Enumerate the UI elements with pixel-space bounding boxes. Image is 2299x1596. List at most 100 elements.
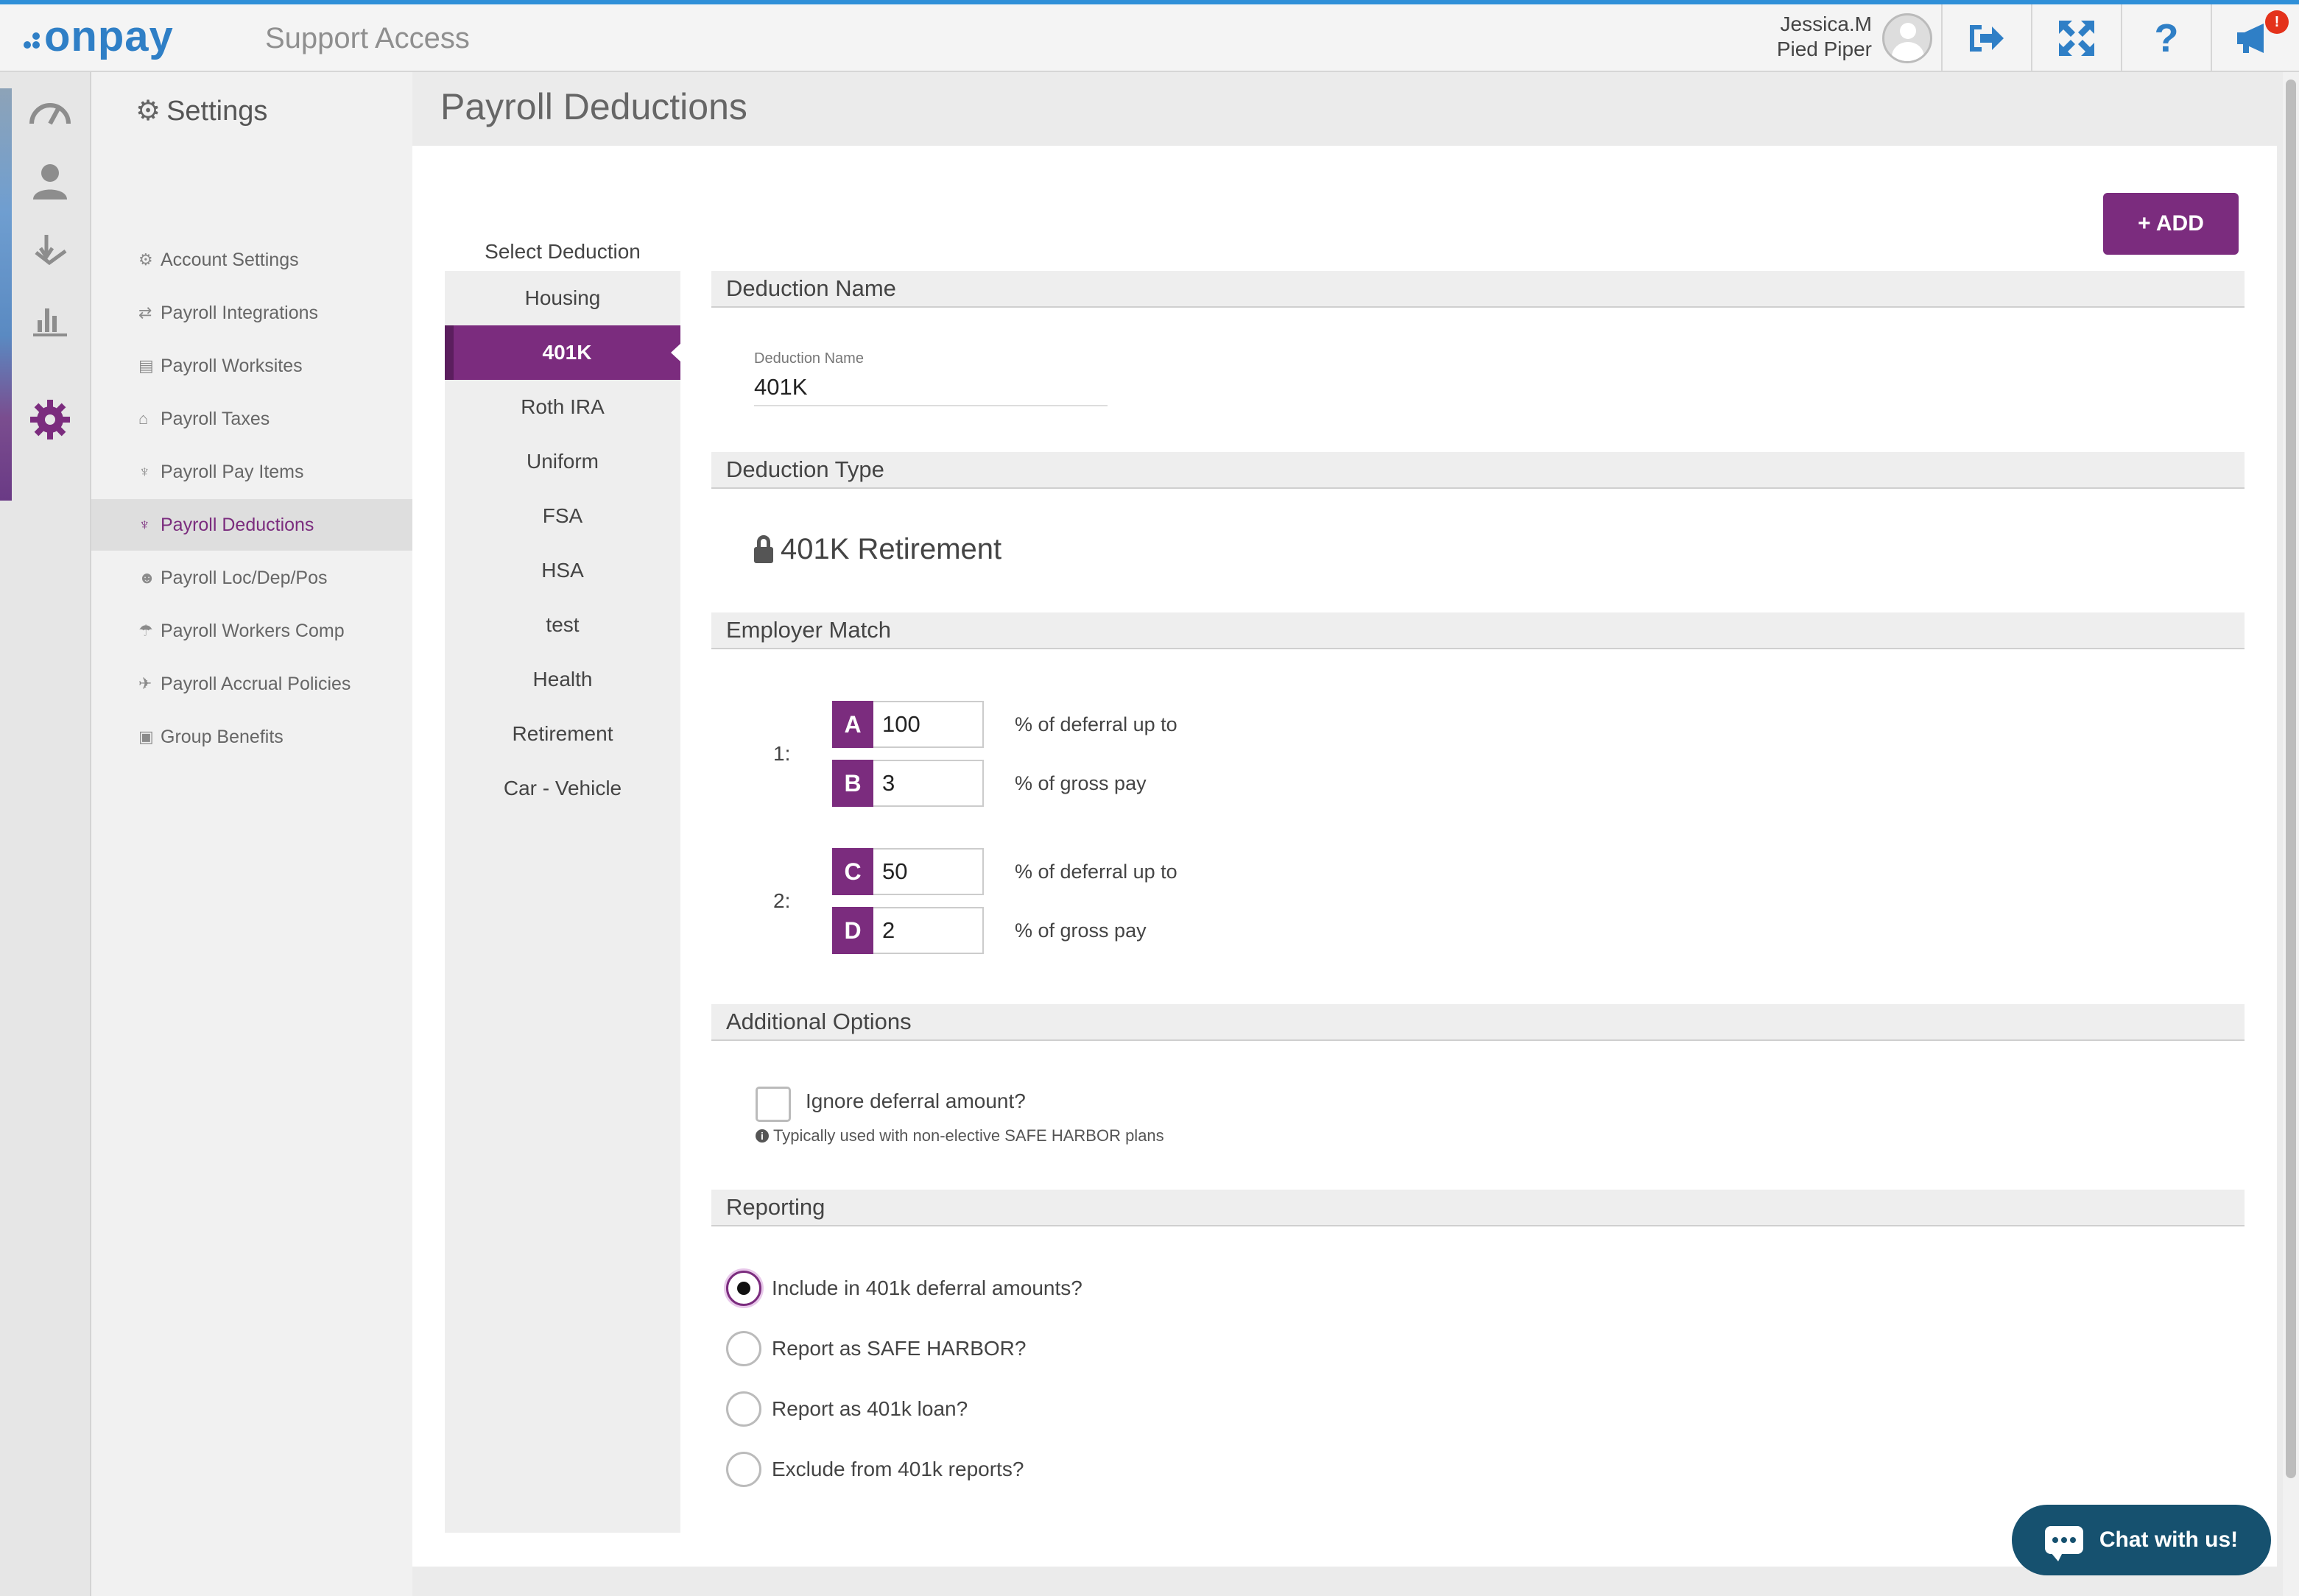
section-employer-match: Employer Match: [711, 612, 2245, 649]
settings-item-label: Payroll Integrations: [161, 302, 319, 323]
gears-icon: ⚙: [138, 250, 153, 269]
reporting-option[interactable]: Exclude from 401k reports?: [726, 1452, 1024, 1487]
section-deduction-name: Deduction Name: [711, 271, 2245, 308]
deduction-item[interactable]: 401K: [445, 325, 681, 380]
dashboard-icon[interactable]: [27, 88, 74, 135]
help-button[interactable]: ?: [2121, 4, 2211, 72]
logo-dots-icon: [24, 29, 40, 50]
page-scrollbar[interactable]: [2283, 72, 2299, 1596]
lock-icon: [754, 534, 773, 563]
match-percent-input[interactable]: [873, 907, 984, 954]
bank-icon: ⌂: [138, 409, 149, 428]
settings-item-label: Payroll Loc/Dep/Pos: [161, 567, 328, 588]
settings-icon[interactable]: [27, 396, 74, 443]
deduction-list: Housing 401K Roth IRA Uniform FSA HSA test Heal…: [445, 271, 681, 1533]
match-letter-badge: A: [832, 701, 873, 748]
chat-label: Chat with us!: [2099, 1528, 2239, 1552]
settings-item-label: Payroll Worksites: [161, 355, 303, 376]
reporting-option[interactable]: Report as 401k loan?: [726, 1391, 968, 1427]
match-description: % of deferral up to: [1015, 713, 1177, 735]
chat-button[interactable]: Chat with us!: [2012, 1505, 2271, 1575]
settings-item[interactable]: ▤ Payroll Worksites: [91, 340, 412, 392]
reports-icon[interactable]: [27, 296, 74, 343]
deduction-item[interactable]: HSA: [445, 543, 680, 598]
logout-button[interactable]: [1941, 4, 2031, 72]
deduction-item[interactable]: Housing: [445, 271, 680, 325]
ignore-deferral-checkbox[interactable]: [756, 1087, 791, 1122]
match-description: % of gross pay: [1015, 771, 1147, 794]
select-deduction-label: Select Deduction: [485, 240, 641, 263]
match-letter-badge: C: [832, 848, 873, 895]
deduction-item[interactable]: Roth IRA: [445, 380, 680, 434]
settings-item[interactable]: ✈ Payroll Accrual Policies: [91, 658, 412, 710]
announcements-button[interactable]: !: [2211, 4, 2299, 72]
match-percent-input[interactable]: [873, 760, 984, 807]
deduction-item[interactable]: Car - Vehicle: [445, 761, 680, 816]
hand-icon: ♆: [138, 462, 151, 481]
ignore-deferral-hint: i Typically used with non-elective SAFE H…: [756, 1126, 1164, 1145]
support-access-label: Support Access: [265, 22, 470, 54]
match-percent-input[interactable]: [873, 848, 984, 895]
settings-sidebar: ⚙ Settings ⚙ Account Settings ⇄ Payroll Inte…: [91, 72, 412, 1596]
match-percent-input[interactable]: [873, 701, 984, 748]
logout-icon: [1970, 25, 2004, 52]
settings-item-label: Payroll Workers Comp: [161, 620, 345, 641]
user-info[interactable]: Jessica.M Pied Piper: [1777, 12, 1872, 62]
settings-item[interactable]: ☂ Payroll Workers Comp: [91, 605, 412, 657]
settings-item-label: Payroll Pay Items: [161, 461, 304, 482]
deduction-item[interactable]: Health: [445, 652, 680, 707]
section-deduction-type: Deduction Type: [711, 452, 2245, 489]
payroll-icon[interactable]: [27, 227, 74, 274]
settings-item-label: Payroll Taxes: [161, 408, 270, 429]
reporting-option[interactable]: Report as SAFE HARBOR?: [726, 1331, 1026, 1366]
people-icon[interactable]: [27, 158, 74, 205]
settings-item[interactable]: ☻ Payroll Loc/Dep/Pos: [91, 552, 412, 604]
chat-bubble-icon: [2044, 1526, 2083, 1561]
reporting-option-label: Report as 401k loan?: [772, 1397, 968, 1420]
help-icon: ?: [2154, 16, 2179, 60]
reporting-radio[interactable]: [726, 1331, 761, 1366]
onpay-logo[interactable]: onpay: [24, 12, 174, 61]
add-button[interactable]: + ADD: [2103, 193, 2239, 255]
settings-item-label: Group Benefits: [161, 726, 284, 747]
settings-title: ⚙ Settings: [135, 96, 268, 127]
hand-icon: ♆: [138, 515, 151, 534]
umbrella-icon: ☂: [138, 621, 153, 640]
reporting-radio[interactable]: [726, 1391, 761, 1427]
deduction-item[interactable]: Uniform: [445, 434, 680, 489]
main-panel: [412, 146, 2277, 1567]
scrollbar-thumb[interactable]: [2286, 80, 2296, 1478]
reporting-radio[interactable]: [726, 1271, 761, 1306]
deduction-item[interactable]: Retirement: [445, 707, 680, 761]
deduction-item[interactable]: FSA: [445, 489, 680, 543]
settings-item[interactable]: ⚙ Account Settings: [91, 234, 412, 286]
match-row: B % of gross pay: [832, 760, 1147, 807]
match-row: D % of gross pay: [832, 907, 1147, 954]
exchange-icon: ⇄: [138, 303, 152, 322]
match-row: A % of deferral up to: [832, 701, 1177, 748]
fullscreen-button[interactable]: [2031, 4, 2121, 72]
settings-item-label: Account Settings: [161, 249, 299, 270]
page-title: Payroll Deductions: [440, 86, 747, 127]
avatar[interactable]: [1882, 13, 1932, 63]
settings-item[interactable]: ⇄ Payroll Integrations: [91, 287, 412, 339]
rail-color-strip: [0, 88, 12, 501]
reporting-option-label: Include in 401k deferral amounts?: [772, 1277, 1082, 1299]
deduction-name-input[interactable]: [754, 370, 1108, 406]
match-description: % of deferral up to: [1015, 860, 1177, 883]
reporting-option[interactable]: Include in 401k deferral amounts?: [726, 1271, 1082, 1306]
match-tier-number: 2:: [773, 889, 791, 912]
reporting-option-label: Exclude from 401k reports?: [772, 1458, 1024, 1480]
top-bar: onpay Support Access Jessica.M Pied Pipe…: [0, 0, 2299, 72]
notification-badge: !: [2265, 10, 2289, 34]
settings-item[interactable]: ♆ Payroll Deductions: [91, 499, 412, 551]
settings-item[interactable]: ▣ Group Benefits: [91, 711, 412, 763]
match-row: C % of deferral up to: [832, 848, 1177, 895]
reporting-radio[interactable]: [726, 1452, 761, 1487]
building-icon: ▤: [138, 356, 154, 375]
settings-item[interactable]: ♆ Payroll Pay Items: [91, 446, 412, 498]
deduction-item[interactable]: test: [445, 598, 680, 652]
settings-item[interactable]: ⌂ Payroll Taxes: [91, 393, 412, 445]
match-description: % of gross pay: [1015, 919, 1147, 942]
match-letter-badge: D: [832, 907, 873, 954]
